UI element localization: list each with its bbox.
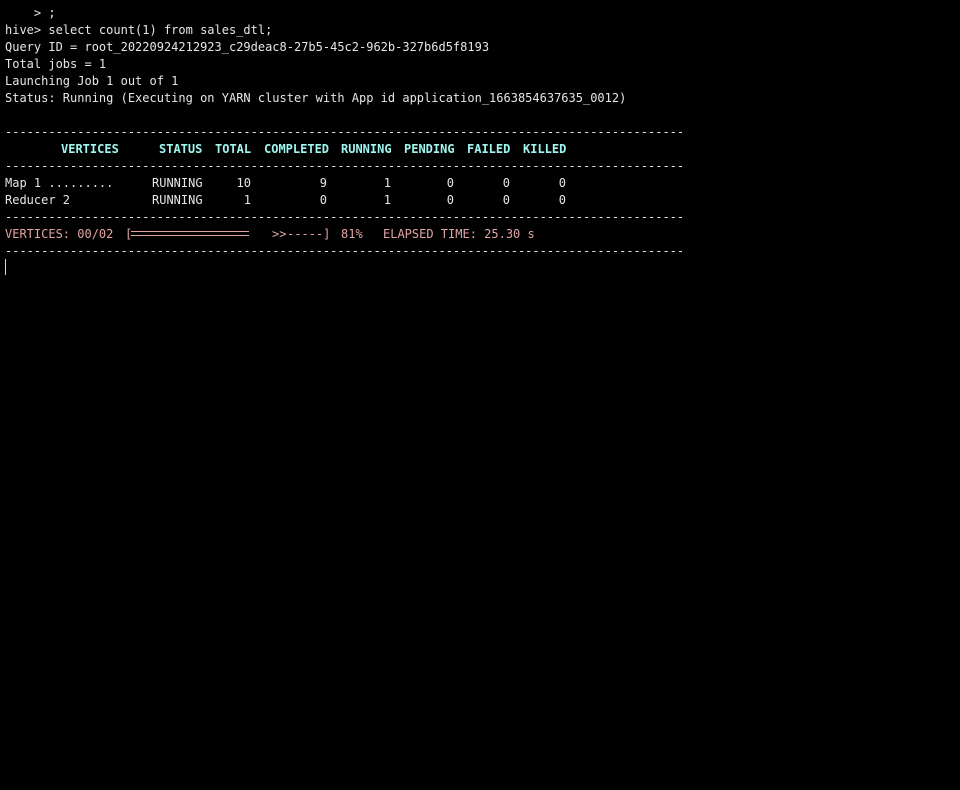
row-running: 1 <box>383 176 391 190</box>
row-killed: 0 <box>558 193 566 207</box>
row-failed: 0 <box>502 176 510 190</box>
header-status: STATUS <box>159 142 203 156</box>
terminal-window[interactable]: > ; hive> select count(1) from sales_dtl… <box>0 0 960 790</box>
header-vertices: VERTICES <box>61 142 119 156</box>
header-completed: COMPLETED <box>264 142 330 156</box>
row-pending: 0 <box>446 193 454 207</box>
launching-job-line: Launching Job 1 out of 1 <box>5 74 179 88</box>
row-completed: 9 <box>319 176 327 190</box>
text-cursor <box>5 259 6 275</box>
row-failed: 0 <box>502 193 510 207</box>
header-killed: KILLED <box>523 142 567 156</box>
row-total: 1 <box>243 193 251 207</box>
header-total: TOTAL <box>215 142 252 156</box>
row-vertex: Map 1 ......... <box>5 176 114 190</box>
progress-bar <box>131 226 277 243</box>
row-running: 1 <box>383 193 391 207</box>
progress-percent: 81% <box>341 227 363 241</box>
separator-lower: ----------------------------------------… <box>5 210 685 224</box>
row-status: RUNNING <box>152 176 203 190</box>
row-total: 10 <box>236 176 251 190</box>
status-line: Status: Running (Executing on YARN clust… <box>5 91 627 105</box>
progress-bar-arrows: >> <box>272 227 287 241</box>
hive-command-line: hive> select count(1) from sales_dtl; <box>5 23 273 37</box>
header-running: RUNNING <box>341 142 392 156</box>
header-failed: FAILED <box>467 142 511 156</box>
row-vertex: Reducer 2 <box>5 193 71 207</box>
progress-bar-remaining: -----] <box>287 227 331 241</box>
row-status: RUNNING <box>152 193 203 207</box>
progress-bar-fill <box>131 231 249 236</box>
separator-bottom: ----------------------------------------… <box>5 244 685 258</box>
vertices-count: VERTICES: 00/02 <box>5 227 114 241</box>
header-pending: PENDING <box>404 142 455 156</box>
query-id-line: Query ID = root_20220924212923_c29deac8-… <box>5 40 490 54</box>
row-completed: 0 <box>319 193 327 207</box>
row-pending: 0 <box>446 176 454 190</box>
continuation-prompt-line: > ; <box>5 6 56 20</box>
elapsed-time: ELAPSED TIME: 25.30 s <box>383 227 535 241</box>
row-killed: 0 <box>558 176 566 190</box>
total-jobs-line: Total jobs = 1 <box>5 57 107 71</box>
separator-mid: ----------------------------------------… <box>5 159 685 173</box>
separator-top: ----------------------------------------… <box>5 125 685 139</box>
